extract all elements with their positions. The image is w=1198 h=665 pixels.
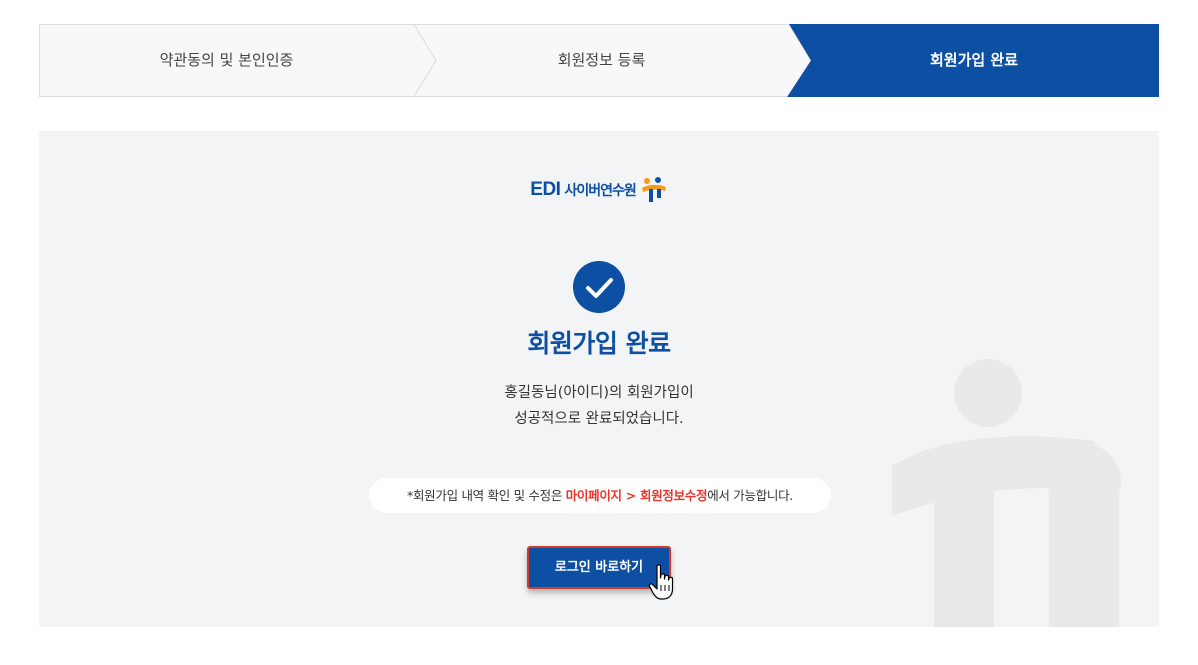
complete-title: 회원가입 완료 xyxy=(527,329,671,358)
hand-pointer-cursor-icon xyxy=(648,564,674,600)
step-member-info: 회원정보 등록 xyxy=(557,51,646,69)
step-signup-complete: 회원가입 완료 xyxy=(929,51,1019,69)
check-circle-icon xyxy=(573,261,625,313)
edit-info-notice: *회원가입 내역 확인 및 수정은 마이페이지 > 회원정보수정에서 가능합니다… xyxy=(369,478,831,513)
edi-cyber-academy-logo: EDI 사이버연수원 xyxy=(39,176,1159,206)
step-terms-verification: 약관동의 및 본인인증 xyxy=(159,51,294,69)
notice-suffix: 에서 가능합니다. xyxy=(707,488,793,503)
logo-name: 사이버연수원 xyxy=(564,183,636,199)
logo-brand: EDI xyxy=(530,179,561,200)
notice-prefix: *회원가입 내역 확인 및 수정은 xyxy=(407,488,566,503)
complete-message-line2: 성공적으로 완료되었습니다. xyxy=(514,411,684,427)
logo-mark-icon xyxy=(641,177,666,202)
signup-step-bar: 약관동의 및 본인인증 회원정보 등록 회원가입 완료 xyxy=(39,24,1159,97)
mypage-path-highlight: 마이페이지 > 회원정보수정 xyxy=(565,488,708,503)
signup-complete-panel: EDI 사이버연수원 회원가입 완료 홍길동님(아이디)의 회원가입이 성공적으… xyxy=(39,131,1159,627)
complete-message-line1: 홍길동님(아이디)의 회원가입이 xyxy=(504,385,694,401)
